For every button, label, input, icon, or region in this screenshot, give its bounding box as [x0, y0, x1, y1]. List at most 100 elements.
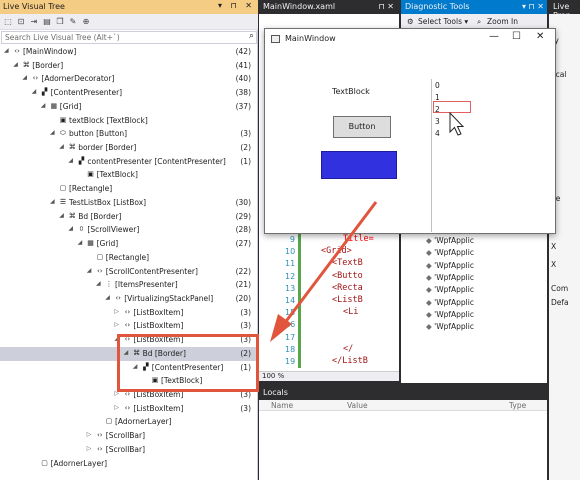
tree-node[interactable]: ▷ ‹› [ListBoxItem] (3) — [0, 319, 257, 333]
window-title-bar[interactable]: MainWindow — ☐ ✕ — [265, 29, 555, 49]
app-button[interactable]: Button — [333, 116, 391, 138]
diagnostic-event[interactable]: ◆ 'WpfApplic — [426, 261, 474, 270]
listbox-item[interactable]: 1 — [435, 93, 440, 102]
expand-arrow-icon[interactable]: ▷ — [114, 404, 120, 411]
collapse-arrow-icon[interactable]: ◢ — [87, 267, 93, 274]
tree-node[interactable]: ◢ ⬭ button [Button] (3) — [0, 127, 257, 141]
collapse-arrow-icon[interactable]: ◢ — [13, 61, 19, 68]
live-property-item[interactable]: X — [551, 242, 556, 251]
tree-node[interactable]: ▣ textBlock [TextBlock] — [0, 114, 257, 128]
collapse-arrow-icon[interactable]: ◢ — [96, 280, 102, 287]
tree-node[interactable]: ▢ [AdornerLayer] — [0, 457, 257, 471]
tree-node[interactable]: ▷ ‹› [ScrollBar] — [0, 443, 257, 457]
live-property-item[interactable]: Defa — [551, 298, 569, 307]
tab-controls[interactable]: ▾ ⊓ ✕ — [522, 2, 544, 11]
collapse-arrow-icon[interactable]: ◢ — [68, 157, 74, 164]
expand-arrow-icon[interactable]: ▷ — [87, 431, 93, 438]
collapse-arrow-icon[interactable]: ◢ — [32, 88, 38, 95]
tree-node[interactable]: ◢ ⌘ [Border] (41) — [0, 59, 257, 73]
column-type[interactable]: Type — [509, 401, 526, 410]
diagnostic-event[interactable]: ◆ 'WpfApplic — [426, 310, 474, 319]
window-icon: ‹› — [124, 403, 131, 412]
diagnostic-event[interactable]: ◆ 'WpfApplic — [426, 248, 474, 257]
tree-node[interactable]: ◢ ‹› [AdornerDecorator] (40) — [0, 72, 257, 86]
panel-title: Live Visual Tree — [3, 2, 65, 11]
select-element-icon[interactable]: ⬚ — [3, 17, 13, 27]
minimize-button[interactable]: — — [489, 31, 499, 42]
tab-diagnostic-tools[interactable]: Diagnostic Tools ▾ ⊓ ✕ — [401, 0, 547, 14]
tree-node[interactable]: ◢ ☰ TestListBox [ListBox] (30) — [0, 196, 257, 210]
tab-live-properties[interactable]: Live Prop — [549, 0, 580, 20]
tree-node[interactable]: ◢ ▞ contentPresenter [ContentPresenter] (1) — [0, 155, 257, 169]
tree-node[interactable]: ◢ ⌘ border [Border] (2) — [0, 141, 257, 155]
collapse-arrow-icon[interactable]: ◢ — [68, 225, 74, 232]
zoom-level[interactable]: 100 % — [262, 372, 284, 380]
tree-node[interactable]: ◢ ⇳ [ScrollViewer] (28) — [0, 223, 257, 237]
tree-node[interactable]: ▢ [Rectangle] — [0, 182, 257, 196]
tree-node[interactable]: ◢ ▦ [Grid] (27) — [0, 237, 257, 251]
collapse-arrow-icon[interactable]: ◢ — [50, 198, 56, 205]
tree-node[interactable]: ▷ ‹› [ListBoxItem] (3) — [0, 402, 257, 416]
zoom-in-icon[interactable]: ⌕ — [477, 17, 481, 27]
tree-node[interactable]: ◢ ‹› [ScrollContentPresenter] (22) — [0, 265, 257, 279]
tree-node[interactable]: ◢ ▦ [Grid] (37) — [0, 100, 257, 114]
live-property-item[interactable]: Com — [551, 284, 568, 293]
panel-window-controls[interactable]: ▾ ⊓ ✕ — [218, 1, 255, 10]
diagnostic-event[interactable]: ◆ 'WpfApplic — [426, 236, 474, 245]
show-just-my-xaml-icon[interactable]: ▤ — [42, 17, 52, 27]
listbox-item[interactable]: 0 — [435, 81, 440, 90]
diagnostic-event[interactable]: ◆ 'WpfApplic — [426, 298, 474, 307]
code-line[interactable]: </ListB — [332, 356, 368, 366]
gear-icon[interactable]: ⚙ — [407, 17, 414, 26]
app-listbox[interactable]: 0 1 2 3 4 — [431, 79, 471, 232]
maximize-button[interactable]: ☐ — [512, 31, 521, 42]
column-value[interactable]: Value — [347, 401, 368, 410]
tree-node[interactable]: ▢ [Rectangle] — [0, 251, 257, 265]
collapse-arrow-icon[interactable]: ◢ — [4, 47, 10, 54]
close-button[interactable]: ✕ — [536, 31, 544, 42]
tree-node[interactable]: ◢ ⌘ Bd [Border] (29) — [0, 210, 257, 224]
track-focus-icon[interactable]: ⇥ — [29, 17, 39, 27]
tree-node[interactable]: ◢ ⋮ [ItemsPresenter] (21) — [0, 278, 257, 292]
select-tools-button[interactable]: Select Tools ▾ — [418, 17, 468, 26]
tab-controls[interactable]: ⊓ ✕ — [379, 2, 395, 11]
window-icon: ‹› — [96, 431, 103, 440]
diagnostic-event[interactable]: ◆ 'WpfApplic — [426, 285, 474, 294]
diagnostic-event[interactable]: ◆ 'WpfApplic — [426, 322, 474, 331]
collapse-arrow-icon[interactable]: ◢ — [78, 239, 84, 246]
collapse-arrow-icon[interactable]: ◢ — [59, 212, 65, 219]
expand-arrow-icon[interactable]: ▷ — [114, 321, 120, 328]
collapse-arrow-icon[interactable]: ◢ — [22, 74, 28, 81]
diagnostic-event[interactable]: ◆ 'WpfApplic — [426, 273, 474, 282]
tree-node[interactable]: ◢ ‹› [VirtualizingStackPanel] (20) — [0, 292, 257, 306]
tree-node[interactable]: ▷ ‹› [ScrollBar] — [0, 429, 257, 443]
search-icon[interactable]: ⌕ — [249, 31, 254, 41]
tree-node[interactable]: ▣ [TextBlock] — [0, 168, 257, 182]
listbox-item[interactable]: 2 — [435, 105, 440, 114]
tab-label: MainWindow.xaml — [263, 2, 336, 11]
zoom-in-button[interactable]: Zoom In — [487, 17, 518, 26]
tree-node-label: textBlock [TextBlock] — [69, 115, 148, 125]
collapse-arrow-icon[interactable]: ◢ — [41, 102, 47, 109]
tab-mainwindow-xaml[interactable]: MainWindow.xaml ⊓ ✕ — [259, 0, 397, 14]
collapse-arrow-icon[interactable]: ◢ — [105, 294, 111, 301]
settings-icon[interactable]: ✎ — [68, 17, 78, 27]
collapse-arrow-icon[interactable]: ◢ — [59, 143, 65, 150]
display-adorners-icon[interactable]: ⊡ — [16, 17, 26, 27]
preview-selection-icon[interactable]: ❒ — [55, 17, 65, 27]
tree-node[interactable]: ◢ ‹› [MainWindow] (42) — [0, 45, 257, 59]
live-property-item[interactable]: X — [551, 260, 556, 269]
listbox-item[interactable]: 3 — [435, 117, 440, 126]
tree-node[interactable]: ▢ [AdornerLayer] — [0, 415, 257, 429]
search-input[interactable]: Search Live Visual Tree (Alt+`) ⌕ — [1, 31, 257, 44]
tree-node-count: (28) — [235, 225, 251, 235]
tree-node[interactable]: ◢ ▞ [ContentPresenter] (38) — [0, 86, 257, 100]
expand-arrow-icon[interactable]: ▷ — [87, 445, 93, 452]
listbox-item[interactable]: 4 — [435, 129, 440, 138]
tree-node[interactable]: ▷ ‹› [ListBoxItem] (3) — [0, 306, 257, 320]
pin-icon[interactable]: ⊕ — [81, 17, 91, 27]
collapse-arrow-icon[interactable]: ◢ — [50, 129, 56, 136]
expand-arrow-icon[interactable]: ▷ — [114, 308, 120, 315]
mouse-cursor-icon — [449, 112, 465, 136]
column-name[interactable]: Name — [271, 401, 293, 410]
